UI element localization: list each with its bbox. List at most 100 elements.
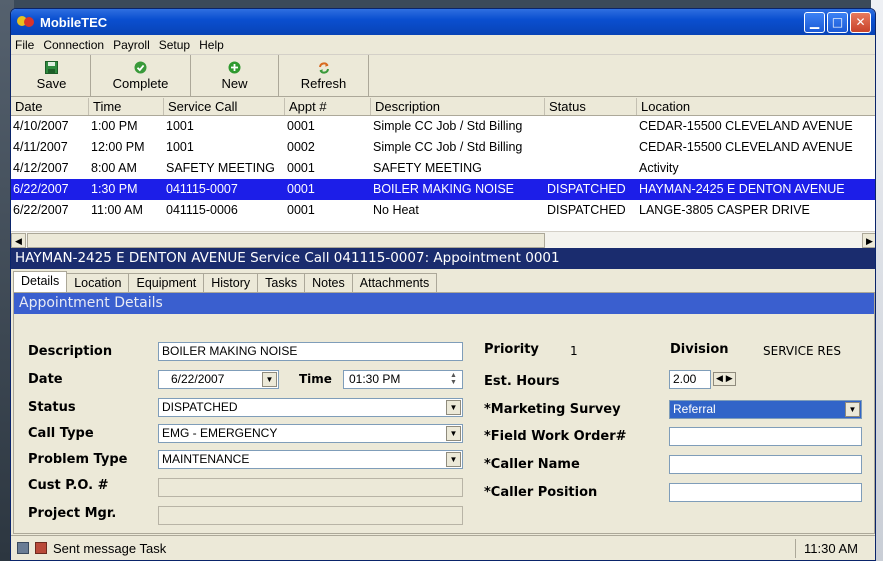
caller-name-label: *Caller Name bbox=[484, 457, 580, 472]
table-row[interactable]: 4/10/2007 1:00 PM 1001 0001 Simple CC Jo… bbox=[11, 116, 875, 137]
column-header-appt[interactable]: Appt # bbox=[285, 98, 371, 115]
column-header-date[interactable]: Date bbox=[11, 98, 89, 115]
save-button-label: Save bbox=[36, 75, 67, 91]
date-label: Date bbox=[28, 372, 63, 387]
date-picker[interactable]: 6/22/2007 ▼ bbox=[158, 370, 279, 389]
cell-service-call: SAFETY MEETING bbox=[166, 161, 275, 175]
tab-notes[interactable]: Notes bbox=[304, 273, 353, 293]
problem-type-dropdown[interactable]: MAINTENANCE ▼ bbox=[158, 450, 463, 469]
call-type-label: Call Type bbox=[28, 426, 94, 441]
checkmark-icon bbox=[134, 61, 148, 75]
cell-description: Simple CC Job / Std Billing bbox=[373, 140, 523, 154]
problem-type-value: MAINTENANCE bbox=[162, 452, 250, 466]
tab-attachments[interactable]: Attachments bbox=[351, 273, 438, 293]
tab-location[interactable]: Location bbox=[66, 273, 130, 293]
cell-status bbox=[545, 137, 637, 158]
cell-date: 4/12/2007 bbox=[13, 161, 69, 175]
time-value: 01:30 PM bbox=[349, 372, 401, 386]
cust-po-field[interactable] bbox=[158, 478, 463, 497]
table-row[interactable]: 4/11/2007 12:00 PM 1001 0002 Simple CC J… bbox=[11, 137, 875, 158]
tab-history[interactable]: History bbox=[203, 273, 259, 293]
table-row-selected[interactable]: 6/22/2007 1:30 PM 041115-0007 0001 BOILE… bbox=[11, 179, 875, 200]
description-label: Description bbox=[28, 344, 113, 359]
priority-value: 1 bbox=[570, 344, 578, 358]
scrollbar-thumb[interactable] bbox=[27, 233, 545, 248]
chevron-down-icon[interactable]: ▼ bbox=[845, 402, 860, 417]
chevron-down-icon[interactable]: ▼ bbox=[446, 400, 461, 415]
menu-file[interactable]: File bbox=[15, 38, 34, 52]
cell-time: 1:30 PM bbox=[91, 182, 138, 196]
table-row[interactable]: 4/12/2007 8:00 AM SAFETY MEETING 0001 SA… bbox=[11, 158, 875, 179]
title-bar[interactable]: MobileTEC ▁ □ ✕ bbox=[11, 9, 875, 35]
cell-status: DISPATCHED bbox=[547, 182, 626, 196]
close-button[interactable]: ✕ bbox=[850, 11, 871, 33]
time-label: Time bbox=[299, 372, 332, 386]
caller-name-input[interactable] bbox=[669, 455, 862, 474]
hours-stepper-icon[interactable]: ◀ ▶ bbox=[713, 372, 736, 386]
app-window: MobileTEC ▁ □ ✕ File Connection Payroll … bbox=[10, 8, 876, 561]
new-button[interactable]: New bbox=[191, 55, 279, 96]
time-spinner[interactable]: 01:30 PM ▲ ▼ bbox=[343, 370, 463, 389]
appointment-details-panel: Appointment Details Description BOILER M… bbox=[13, 292, 875, 534]
appointments-grid: Date Time Service Call Appt # Descriptio… bbox=[11, 98, 875, 248]
menu-connection[interactable]: Connection bbox=[43, 38, 104, 52]
status-value: DISPATCHED bbox=[162, 400, 238, 414]
est-hours-field[interactable]: 2.00 bbox=[669, 370, 711, 389]
caller-position-input[interactable] bbox=[669, 483, 862, 502]
tab-details[interactable]: Details bbox=[13, 271, 68, 293]
minimize-button[interactable]: ▁ bbox=[804, 11, 825, 33]
menu-bar: File Connection Payroll Setup Help bbox=[11, 35, 875, 55]
cell-location: Activity bbox=[639, 161, 679, 175]
menu-payroll[interactable]: Payroll bbox=[113, 38, 150, 52]
cell-status bbox=[545, 158, 637, 179]
cell-description: Simple CC Job / Std Billing bbox=[373, 119, 523, 133]
column-header-description[interactable]: Description bbox=[371, 98, 545, 115]
division-label: Division bbox=[670, 342, 729, 357]
cell-description: No Heat bbox=[373, 203, 419, 217]
task-icon bbox=[35, 542, 47, 554]
refresh-button-label: Refresh bbox=[300, 75, 347, 91]
plus-icon bbox=[228, 61, 242, 75]
chevron-down-icon[interactable]: ▼ bbox=[446, 452, 461, 467]
description-field[interactable]: BOILER MAKING NOISE bbox=[158, 342, 463, 361]
tab-equipment[interactable]: Equipment bbox=[128, 273, 205, 293]
cell-appt: 0001 bbox=[287, 119, 315, 133]
column-header-status[interactable]: Status bbox=[545, 98, 637, 115]
menu-setup[interactable]: Setup bbox=[159, 38, 190, 52]
chevron-down-icon[interactable]: ▼ bbox=[446, 426, 461, 441]
column-header-location[interactable]: Location bbox=[637, 98, 875, 115]
spinner-icon[interactable]: ▲ ▼ bbox=[446, 372, 461, 387]
cell-appt: 0001 bbox=[287, 161, 315, 175]
cell-date: 4/10/2007 bbox=[13, 119, 69, 133]
cell-location: CEDAR-15500 CLEVELAND AVENUE bbox=[639, 119, 853, 133]
call-type-dropdown[interactable]: EMG - EMERGENCY ▼ bbox=[158, 424, 463, 443]
grid-header: Date Time Service Call Appt # Descriptio… bbox=[11, 98, 875, 116]
status-dropdown[interactable]: DISPATCHED ▼ bbox=[158, 398, 463, 417]
cell-date: 6/22/2007 bbox=[13, 203, 69, 217]
marketing-survey-dropdown[interactable]: Referral ▼ bbox=[669, 400, 862, 419]
menu-help[interactable]: Help bbox=[199, 38, 224, 52]
status-label: Status bbox=[28, 400, 76, 415]
cell-status: DISPATCHED bbox=[547, 203, 626, 217]
maximize-button[interactable]: □ bbox=[827, 11, 848, 33]
complete-button[interactable]: Complete bbox=[91, 55, 191, 96]
est-hours-label: Est. Hours bbox=[484, 374, 560, 389]
network-icon bbox=[17, 542, 29, 554]
horizontal-scrollbar[interactable]: ◀ ▶ bbox=[11, 231, 875, 248]
chevron-down-icon[interactable]: ▼ bbox=[262, 372, 277, 387]
column-header-time[interactable]: Time bbox=[89, 98, 164, 115]
status-bar: Sent message Task 11:30 AM bbox=[11, 535, 875, 560]
table-row[interactable]: 6/22/2007 11:00 AM 041115-0006 0001 No H… bbox=[11, 200, 875, 221]
cell-service-call: 041115-0007 bbox=[166, 182, 238, 196]
scroll-right-icon[interactable]: ▶ bbox=[862, 233, 875, 248]
cell-appt: 0001 bbox=[287, 182, 315, 196]
project-mgr-field[interactable] bbox=[158, 506, 463, 525]
scroll-left-icon[interactable]: ◀ bbox=[11, 233, 26, 248]
refresh-button[interactable]: Refresh bbox=[279, 55, 369, 96]
tab-tasks[interactable]: Tasks bbox=[257, 273, 306, 293]
cell-service-call: 1001 bbox=[166, 119, 194, 133]
column-header-service-call[interactable]: Service Call bbox=[164, 98, 285, 115]
field-work-order-input[interactable] bbox=[669, 427, 862, 446]
window-title: MobileTEC bbox=[40, 14, 108, 30]
save-button[interactable]: Save bbox=[13, 55, 91, 96]
